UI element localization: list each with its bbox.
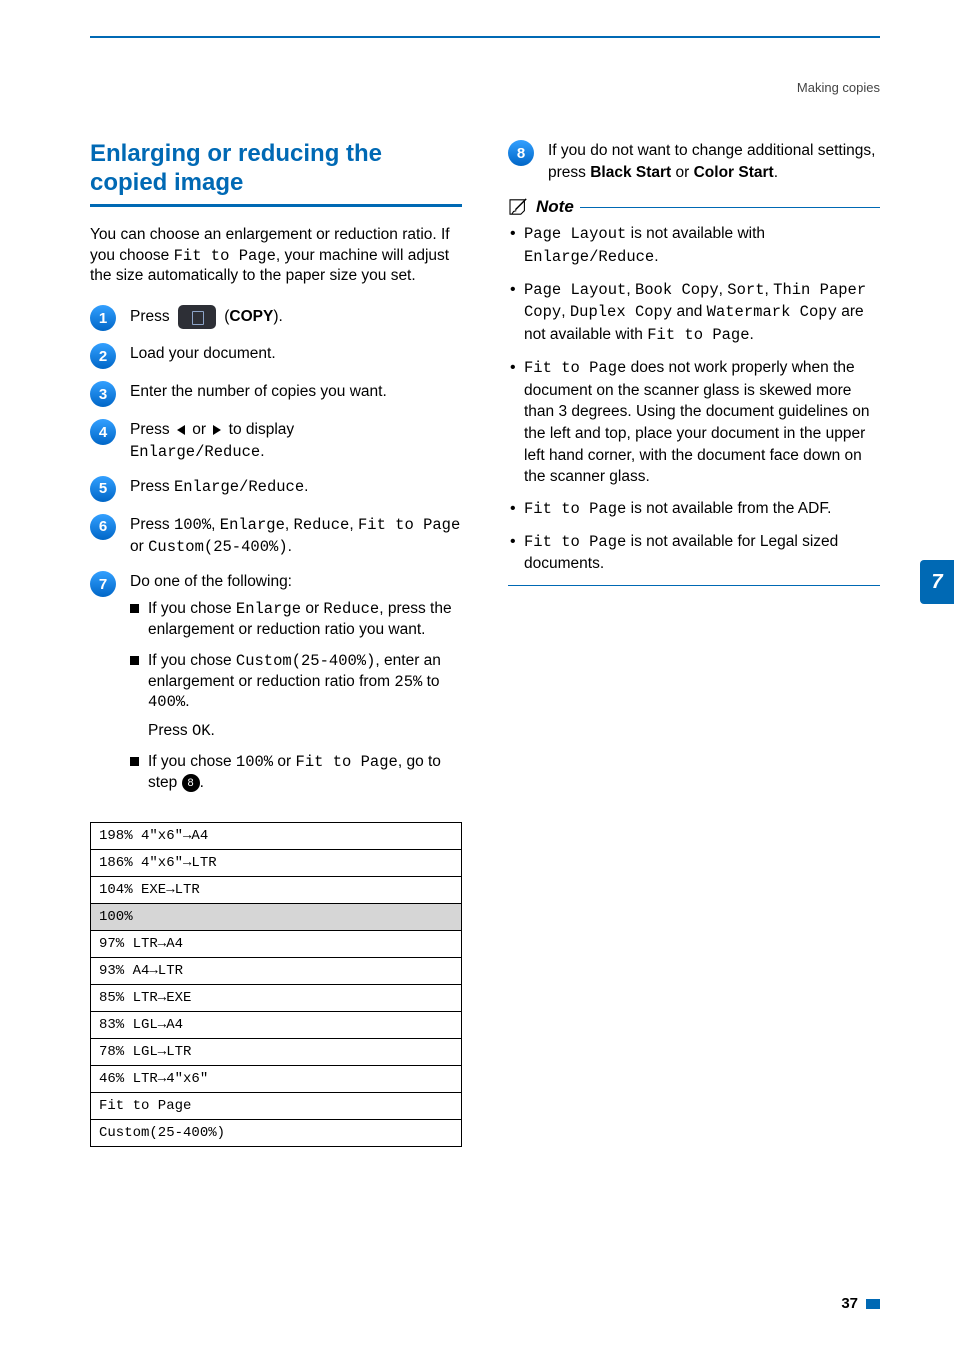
note-icon xyxy=(508,198,530,216)
step-badge-8: 8 xyxy=(508,140,534,166)
ratio-row: 100% xyxy=(91,904,462,931)
note-3: Fit to Page does not work properly when … xyxy=(508,357,880,488)
ratio-row: Custom(25-400%) xyxy=(91,1120,462,1147)
copy-button-icon xyxy=(178,305,216,329)
step-7a: If you chose Enlarge or Reduce, press th… xyxy=(130,599,462,641)
ratio-row: Fit to Page xyxy=(91,1093,462,1120)
note-end-rule xyxy=(508,585,880,586)
ratio-row: 198% 4"x6"→A4 xyxy=(91,823,462,850)
step-badge-4: 4 xyxy=(90,419,116,445)
section-title: Enlarging or reducing the copied image xyxy=(90,140,462,198)
note-1: Page Layout is not available with Enlarg… xyxy=(508,223,880,268)
chapter-tab: 7 xyxy=(920,560,954,604)
note-title: Note xyxy=(536,197,574,217)
ratio-row: 93% A4→LTR xyxy=(91,958,462,985)
ratio-row: 85% LTR→EXE xyxy=(91,985,462,1012)
breadcrumb: Making copies xyxy=(797,80,880,95)
ratio-row: 78% LGL→LTR xyxy=(91,1039,462,1066)
step-badge-7: 7 xyxy=(90,571,116,597)
step-2: 2 Load your document. xyxy=(90,343,462,369)
note-header: Note xyxy=(508,197,880,217)
top-rule xyxy=(90,36,880,38)
step-badge-5: 5 xyxy=(90,476,116,502)
note-2: Page Layout, Book Copy, Sort, Thin Paper… xyxy=(508,279,880,347)
step-8: 8 If you do not want to change additiona… xyxy=(508,140,880,183)
ratio-row: 186% 4"x6"→LTR xyxy=(91,850,462,877)
left-arrow-icon xyxy=(177,425,185,435)
step-4: 4 Press or to display Enlarge/Reduce. xyxy=(90,419,462,463)
step-badge-2: 2 xyxy=(90,343,116,369)
ratio-row: 46% LTR→4"x6" xyxy=(91,1066,462,1093)
page-number: 37 xyxy=(841,1295,880,1312)
step-ref-8: 8 xyxy=(182,774,200,792)
step-3: 3 Enter the number of copies you want. xyxy=(90,381,462,407)
ratio-table: 198% 4"x6"→A4186% 4"x6"→LTR104% EXE→LTR1… xyxy=(90,822,462,1147)
note-4: Fit to Page is not available from the AD… xyxy=(508,498,880,521)
step-badge-1: 1 xyxy=(90,305,116,331)
step-badge-6: 6 xyxy=(90,514,116,540)
step-5: 5 Press Enlarge/Reduce. xyxy=(90,476,462,502)
step-7c: If you chose 100% or Fit to Page, go to … xyxy=(130,752,462,794)
step-1: 1 Press (COPY). xyxy=(90,305,462,331)
step-6: 6 Press 100%, Enlarge, Reduce, Fit to Pa… xyxy=(90,514,462,559)
ratio-row: 83% LGL→A4 xyxy=(91,1012,462,1039)
step-badge-3: 3 xyxy=(90,381,116,407)
note-5: Fit to Page is not available for Legal s… xyxy=(508,531,880,575)
step-7b: If you chose Custom(25-400%), enter an e… xyxy=(130,651,462,743)
ratio-row: 104% EXE→LTR xyxy=(91,877,462,904)
intro-paragraph: You can choose an enlargement or reducti… xyxy=(90,225,462,288)
title-rule xyxy=(90,204,462,207)
step-7: 7 Do one of the following: If you chose … xyxy=(90,571,462,804)
right-arrow-icon xyxy=(213,425,221,435)
note-list: Page Layout is not available with Enlarg… xyxy=(508,223,880,575)
ratio-row: 97% LTR→A4 xyxy=(91,931,462,958)
